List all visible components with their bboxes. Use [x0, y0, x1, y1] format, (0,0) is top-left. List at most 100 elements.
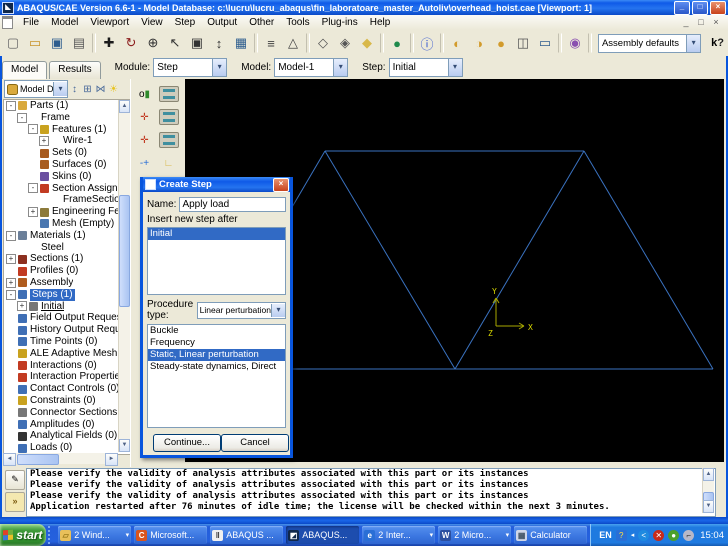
tree-item[interactable]: Interaction Properties (0) — [4, 371, 130, 383]
tree-item[interactable]: - Parts (1) — [4, 100, 130, 112]
menu-item[interactable]: Plug-ins — [316, 16, 364, 29]
mdi-close-button[interactable]: × — [710, 17, 722, 27]
shaded-render-icon[interactable]: ◆ — [356, 32, 378, 54]
tree-item[interactable]: Sets (0) — [4, 147, 130, 159]
expand-collapse-icon[interactable]: ↕ — [68, 84, 81, 95]
tree-expander[interactable]: + — [39, 136, 49, 146]
procedure-list-item[interactable]: Static, Linear perturbation — [148, 349, 285, 361]
step-manager-icon[interactable] — [159, 85, 179, 103]
remove-displaygroup-icon[interactable]: ● — [490, 32, 512, 54]
toolbar-icon[interactable] — [92, 33, 96, 53]
continue-button[interactable]: Continue... — [153, 434, 221, 452]
tree-item[interactable]: + Engineering Features — [4, 206, 130, 218]
tree-item[interactable]: Analytical Fields (0) — [4, 430, 130, 442]
hide-icons-chevron-icon[interactable]: ◂ — [631, 531, 635, 539]
tree-expander[interactable]: - — [6, 290, 16, 300]
perspective-on-icon[interactable]: △ — [282, 32, 304, 54]
tree-item[interactable]: Contact Controls (0) — [4, 383, 130, 395]
magnify-view-icon[interactable]: ⊕ — [142, 32, 164, 54]
tab-results[interactable]: Results — [49, 61, 100, 79]
step-list-item[interactable]: Initial — [148, 228, 285, 240]
step-select-combo[interactable]: Initial▾ — [389, 58, 463, 77]
message-area-icon[interactable]: ✎ — [5, 470, 25, 490]
rotate-view-icon[interactable]: ↻ — [120, 32, 142, 54]
procedure-list-item[interactable]: Steady-state dynamics, Direct — [148, 361, 285, 373]
taskbar-button-abaqus-cae[interactable]: ◩ ABAQUS... ▾ — [286, 526, 359, 544]
save-file-icon[interactable]: ▣ — [46, 32, 68, 54]
hiddenline-render-icon[interactable]: ◈ — [334, 32, 356, 54]
close-button[interactable]: × — [710, 1, 726, 15]
menu-item[interactable]: Help — [364, 16, 397, 29]
taskbar-button-powerpoint[interactable]: C Microsoft... ▾ — [134, 526, 207, 544]
tree-item[interactable]: - Features (1) — [4, 124, 130, 136]
field-output-icon[interactable]: ✛ — [135, 108, 155, 126]
history-output-icon[interactable]: ✛ — [135, 131, 155, 149]
perspective-off-icon[interactable]: ≡ — [260, 32, 282, 54]
console-scrollbar[interactable]: ▲ ▼ — [702, 468, 714, 513]
taskbar-button-internet-explorer[interactable]: e 2 Inter... ▾ — [362, 526, 435, 544]
tree-item[interactable]: Steel — [4, 242, 130, 254]
taskbar-button-windows-group[interactable]: ▱ 2 Wind... ▾ — [58, 526, 131, 544]
security-shield-icon[interactable]: ✕ — [653, 530, 664, 541]
tree-item[interactable]: - Steps (1) — [4, 289, 130, 301]
query-cursor-icon[interactable]: k? — [705, 37, 728, 49]
viewport-layout-icon[interactable]: ◫ — [512, 32, 534, 54]
menu-item[interactable]: Tools — [280, 16, 315, 29]
insert-after-list[interactable]: Initial — [147, 227, 286, 295]
toolbar-icon[interactable] — [254, 33, 258, 53]
tree-expander[interactable]: - — [28, 124, 38, 134]
tree-item[interactable]: ALE Adaptive Mesh Constr — [4, 348, 130, 360]
tree-item[interactable]: Mesh (Empty) — [4, 218, 130, 230]
menu-item[interactable]: Viewport — [84, 16, 135, 29]
tree-expander[interactable]: - — [17, 113, 27, 123]
new-file-icon[interactable]: ▢ — [2, 32, 24, 54]
tree-item[interactable]: Profiles (0) — [4, 265, 130, 277]
tree-expander[interactable]: + — [28, 207, 38, 217]
dialog-close-icon[interactable]: × — [273, 178, 289, 192]
tips-lightbulb-icon[interactable]: ☀ — [107, 84, 120, 95]
tree-expander[interactable]: + — [6, 278, 16, 288]
tree-expander[interactable]: + — [6, 254, 16, 264]
display-options-icon[interactable]: ▭ — [534, 32, 556, 54]
menu-item[interactable]: Step — [169, 16, 202, 29]
restore-button[interactable]: □ — [692, 1, 708, 15]
tree-item[interactable]: - Frame — [4, 112, 130, 124]
wireframe-render-icon[interactable]: ◇ — [312, 32, 334, 54]
procedure-list-item[interactable]: Frequency — [148, 337, 285, 349]
replace-displaygroup-icon[interactable]: ◐ — [446, 32, 468, 54]
chevron-down-icon[interactable]: ▾ — [506, 531, 510, 539]
chevron-down-icon[interactable]: ▾ — [430, 531, 434, 539]
menu-item[interactable]: File — [17, 16, 45, 29]
pan-view-icon[interactable]: ✚ — [98, 32, 120, 54]
tree-item[interactable]: Surfaces (0) — [4, 159, 130, 171]
filter-icon[interactable]: ⊞ — [81, 84, 94, 95]
dialog-title-bar[interactable]: Create Step × — [143, 177, 290, 192]
toolbar-icon[interactable] — [380, 33, 384, 53]
messenger-tray-icon[interactable]: < — [638, 530, 649, 541]
views-toolbox-icon[interactable]: ▦ — [230, 32, 252, 54]
time-points-icon[interactable]: -+ — [135, 154, 155, 172]
zoom-select-icon[interactable]: ↖ — [164, 32, 186, 54]
open-file-icon[interactable]: ▭ — [24, 32, 46, 54]
cancel-button[interactable]: Cancel — [221, 434, 289, 452]
tree-item[interactable]: History Output Requests — [4, 324, 130, 336]
start-button[interactable]: start — [0, 524, 46, 546]
menu-item[interactable]: Output — [201, 16, 243, 29]
tree-expander[interactable]: - — [28, 183, 38, 193]
tree-expander[interactable]: + — [17, 301, 27, 311]
toolbar-icon[interactable] — [306, 33, 310, 53]
intersect-displaygroup-icon[interactable]: ◑ — [468, 32, 490, 54]
tree-item[interactable]: - Materials (1) — [4, 230, 130, 242]
menu-item[interactable]: Model — [45, 16, 84, 29]
procedure-type-combo[interactable]: Linear perturbation ▾ — [197, 302, 286, 319]
menu-item[interactable]: Other — [243, 16, 280, 29]
tree-expander[interactable]: - — [6, 231, 16, 241]
tree-item[interactable]: Field Output Requests — [4, 312, 130, 324]
procedure-list[interactable]: BuckleFrequencyStatic, Linear perturbati… — [147, 324, 286, 428]
chevron-down-icon[interactable]: ▾ — [126, 531, 130, 539]
module-combo[interactable]: Step▾ — [153, 58, 227, 77]
tree-item[interactable]: - Section Assignments — [4, 183, 130, 195]
ale-adaptive-mesh-icon[interactable]: ∟ — [159, 154, 179, 172]
query-info-icon[interactable]: ⓘ — [416, 32, 438, 54]
tree-item[interactable]: Skins (0) — [4, 171, 130, 183]
